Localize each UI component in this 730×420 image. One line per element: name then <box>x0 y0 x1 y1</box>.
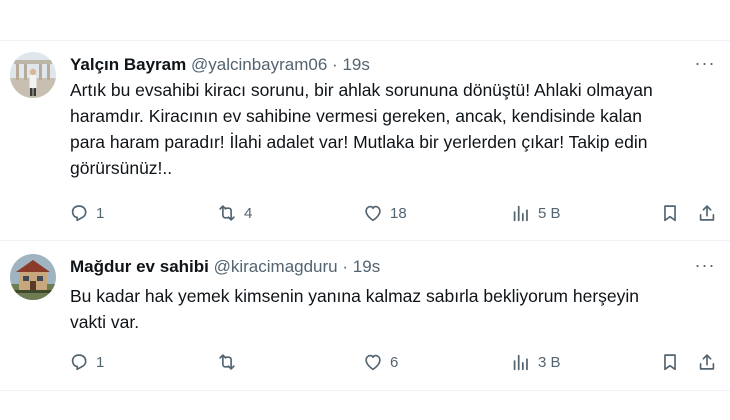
display-name[interactable]: Mağdur ev sahibi <box>70 257 209 276</box>
repost-count: 4 <box>244 204 253 222</box>
tweet-text-line: Artık bu evsahibi kiracı sorunu, bir ahl… <box>70 80 653 100</box>
views-count: 3 B <box>538 353 561 371</box>
like-button[interactable]: 18 <box>362 201 407 225</box>
user-handle[interactable]: @yalcinbayram06 <box>191 55 327 74</box>
tweet-text-line: Bu kadar hak yemek kimsenin yanına kalma… <box>70 286 640 306</box>
timeline: Yalçın Bayram @yalcinbayram06 · 19s ··· … <box>0 0 730 420</box>
reply-count: 1 <box>96 204 105 222</box>
divider <box>0 390 730 391</box>
timestamp[interactable]: 19s <box>353 257 380 276</box>
bookmark-button[interactable] <box>659 350 681 374</box>
like-button[interactable]: 6 <box>362 350 398 374</box>
reply-icon <box>71 354 87 371</box>
separator-dot: · <box>342 257 349 276</box>
tweet-text-line: haramdır. Kiracının ev sahibine vermesi … <box>70 106 642 126</box>
repost-icon <box>219 354 235 370</box>
tweet-text-line: vakti var. <box>70 312 140 332</box>
action-bar: 1 6 3 B <box>0 350 730 374</box>
tweet-text: Bu kadar hak yemek kimsenin yanına kalma… <box>70 283 710 335</box>
views-button[interactable]: 3 B <box>510 350 561 374</box>
like-count: 6 <box>390 353 399 371</box>
tweet-header: Yalçın Bayram @yalcinbayram06 · 19s <box>70 54 370 76</box>
separator-dot: · <box>332 55 338 74</box>
share-button[interactable] <box>696 201 718 225</box>
views-button[interactable]: 5 B <box>510 201 561 225</box>
repost-button[interactable] <box>216 350 244 374</box>
repost-icon <box>219 205 235 221</box>
timestamp[interactable]: 19s <box>342 55 369 74</box>
tweet-text-line: para haram paradır! İlahi adalet var! Mu… <box>70 132 648 152</box>
display-name[interactable]: Yalçın Bayram <box>70 55 186 74</box>
bookmark-icon <box>664 354 676 371</box>
more-dots-icon[interactable]: ··· <box>694 54 716 78</box>
like-count: 18 <box>390 204 407 222</box>
repost-button[interactable]: 4 <box>216 201 252 225</box>
heart-icon <box>365 354 381 371</box>
avatar-yalcin-bayram[interactable] <box>10 52 56 98</box>
bookmark-button[interactable] <box>659 201 681 225</box>
share-button[interactable] <box>696 350 718 374</box>
views-count: 5 B <box>538 204 561 222</box>
tweet-header: Mağdur ev sahibi @kiracimagduru · 19s <box>70 256 380 278</box>
user-handle[interactable]: @kiracimagduru <box>214 257 338 276</box>
tweet-text-line: görürsünüz!.. <box>70 158 173 178</box>
action-bar: 1 4 18 5 B <box>0 201 730 225</box>
views-chart-icon <box>513 205 528 222</box>
tweet-text: Artık bu evsahibi kiracı sorunu, bir ahl… <box>70 77 710 181</box>
tweet-1[interactable]: Yalçın Bayram @yalcinbayram06 · 19s ··· … <box>0 40 730 240</box>
share-icon <box>699 354 715 370</box>
views-chart-icon <box>513 354 528 371</box>
tweet-2[interactable]: Mağdur ev sahibi @kiracimagduru · 19s ··… <box>0 240 730 390</box>
reply-button[interactable]: 1 <box>68 201 104 225</box>
bookmark-icon <box>664 205 676 222</box>
avatar-magdur-ev-sahibi[interactable] <box>10 254 56 300</box>
reply-icon <box>71 205 87 222</box>
heart-icon <box>365 205 381 222</box>
more-dots-icon[interactable]: ··· <box>694 256 716 280</box>
reply-count: 1 <box>96 353 105 371</box>
share-icon <box>699 205 715 221</box>
reply-button[interactable]: 1 <box>68 350 104 374</box>
